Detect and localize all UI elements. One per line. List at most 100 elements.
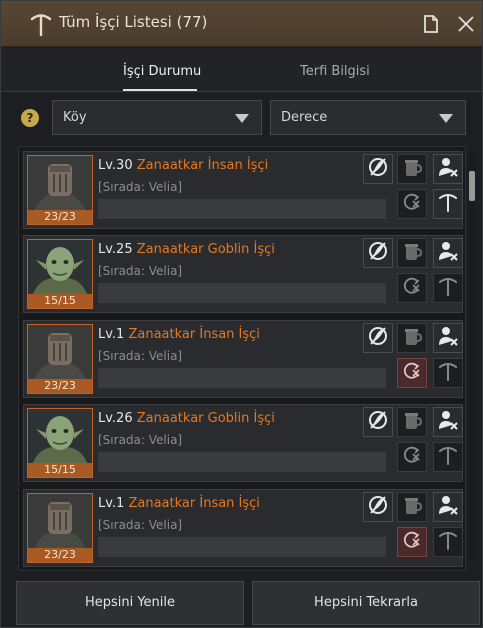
fire-worker-icon xyxy=(437,156,459,182)
worker-portrait[interactable]: 15/15 xyxy=(27,239,93,309)
worker-name: Zanaatkar İnsan İşçi xyxy=(128,496,260,511)
tab-worker-status[interactable]: İşçi Durumu xyxy=(123,64,201,79)
pickaxe-icon xyxy=(437,191,459,217)
beer-jug-icon xyxy=(401,409,423,435)
worker-card[interactable]: 23/23 Lv.30 Zanaatkar İnsan İşçi [Sırada: … xyxy=(23,151,463,229)
no-fire-button[interactable] xyxy=(363,407,393,437)
village-dropdown[interactable]: Köy xyxy=(52,100,262,135)
no-fire-button[interactable] xyxy=(363,154,393,184)
assign-work-button[interactable] xyxy=(433,189,463,219)
dismiss-worker-button[interactable] xyxy=(433,407,463,437)
recover-stamina-button[interactable] xyxy=(397,238,427,268)
assign-work-button[interactable] xyxy=(433,358,463,388)
tab-bar: İşçi Durumu Terfi Bilgisi xyxy=(1,48,482,92)
worker-card[interactable]: 23/23 Lv.1 Zanaatkar İnsan İşçi [Sırada: V… xyxy=(23,320,463,398)
worker-card[interactable]: 15/15 Lv.26 Zanaatkar Goblin İşçi [Sırada:… xyxy=(23,404,463,482)
worker-portrait[interactable]: 23/23 xyxy=(27,493,93,563)
stamina-counter: 23/23 xyxy=(28,210,92,224)
repeat-work-button[interactable] xyxy=(397,527,427,557)
fire-worker-icon xyxy=(437,325,459,351)
recover-stamina-button[interactable] xyxy=(397,154,427,184)
repeat-work-button[interactable] xyxy=(397,189,427,219)
beer-jug-icon xyxy=(401,156,423,182)
worker-progress-bar xyxy=(98,537,386,557)
repeat-work-button[interactable] xyxy=(397,273,427,303)
worker-level: Lv.25 xyxy=(98,242,133,257)
repeat-work-button[interactable] xyxy=(397,442,427,472)
scrollbar[interactable] xyxy=(469,151,475,561)
repeat-cancel-icon xyxy=(401,275,423,301)
worker-progress-bar xyxy=(98,283,386,303)
worker-level: Lv.1 xyxy=(98,496,125,511)
beer-jug-icon xyxy=(401,240,423,266)
dismiss-worker-button[interactable] xyxy=(433,323,463,353)
worker-card[interactable]: 23/23 Lv.1 Zanaatkar İnsan İşçi [Sırada: V… xyxy=(23,489,463,567)
worker-title: Lv.26 Zanaatkar Goblin İşçi xyxy=(98,411,275,426)
worker-portrait[interactable]: 23/23 xyxy=(27,324,93,394)
stamina-counter: 15/15 xyxy=(28,294,92,308)
pickaxe-icon xyxy=(437,529,459,555)
worker-card[interactable]: 15/15 Lv.25 Zanaatkar Goblin İşçi [Sırada:… xyxy=(23,235,463,313)
chevron-down-icon xyxy=(439,114,453,123)
document-icon[interactable] xyxy=(421,14,441,34)
grade-dropdown[interactable]: Derece xyxy=(270,100,466,135)
worker-title: Lv.25 Zanaatkar Goblin İşçi xyxy=(98,242,275,257)
assign-work-button[interactable] xyxy=(433,527,463,557)
stamina-counter: 23/23 xyxy=(28,379,92,393)
repeat-cancel-icon xyxy=(401,191,423,217)
worker-list-window: Tüm İşçi Listesi (77) İşçi Durumu Terfi … xyxy=(0,0,483,628)
recover-stamina-button[interactable] xyxy=(397,492,427,522)
worker-level: Lv.1 xyxy=(98,327,125,342)
no-fire-button[interactable] xyxy=(363,492,393,522)
repeat-all-button[interactable]: Hepsini Tekrarla xyxy=(252,581,480,625)
worker-location: [Sırada: Velia] xyxy=(98,349,183,363)
worker-title: Lv.1 Zanaatkar İnsan İşçi xyxy=(98,327,260,342)
worker-portrait[interactable]: 15/15 xyxy=(27,408,93,478)
village-dropdown-label: Köy xyxy=(63,110,87,125)
worker-location: [Sırada: Velia] xyxy=(98,180,183,194)
repeat-cancel-icon xyxy=(401,444,423,470)
no-fire-button[interactable] xyxy=(363,323,393,353)
worker-name: Zanaatkar Goblin İşçi xyxy=(136,411,275,426)
recover-stamina-button[interactable] xyxy=(397,407,427,437)
worker-portrait[interactable]: 23/23 xyxy=(27,155,93,225)
stamina-counter: 23/23 xyxy=(28,548,92,562)
dismiss-worker-button[interactable] xyxy=(433,492,463,522)
fire-off-icon xyxy=(367,156,389,182)
close-icon[interactable] xyxy=(456,14,476,34)
worker-location: [Sırada: Velia] xyxy=(98,433,183,447)
worker-progress-bar xyxy=(98,368,386,388)
refresh-all-button[interactable]: Hepsini Yenile xyxy=(16,581,244,625)
worker-list: 23/23 Lv.30 Zanaatkar İnsan İşçi [Sırada: … xyxy=(18,146,466,571)
pickaxe-icon xyxy=(437,360,459,386)
worker-location: [Sırada: Velia] xyxy=(98,264,183,278)
fire-worker-icon xyxy=(437,494,459,520)
title-bar[interactable]: Tüm İşçi Listesi (77) xyxy=(1,1,482,47)
beer-jug-icon xyxy=(401,494,423,520)
recover-stamina-button[interactable] xyxy=(397,323,427,353)
tab-divider xyxy=(1,91,482,92)
window-title: Tüm İşçi Listesi (77) xyxy=(59,13,208,31)
repeat-cancel-icon xyxy=(401,529,423,555)
help-icon[interactable]: ? xyxy=(21,109,39,127)
grade-dropdown-label: Derece xyxy=(281,110,328,125)
dismiss-worker-button[interactable] xyxy=(433,238,463,268)
dismiss-worker-button[interactable] xyxy=(433,154,463,184)
worker-name: Zanaatkar Goblin İşçi xyxy=(136,242,275,257)
tab-promotion-info[interactable]: Terfi Bilgisi xyxy=(300,64,370,79)
beer-jug-icon xyxy=(401,325,423,351)
no-fire-button[interactable] xyxy=(363,238,393,268)
fire-off-icon xyxy=(367,240,389,266)
fire-off-icon xyxy=(367,325,389,351)
worker-progress-bar xyxy=(98,452,386,472)
pickaxe-icon xyxy=(437,444,459,470)
repeat-cancel-icon xyxy=(401,360,423,386)
assign-work-button[interactable] xyxy=(433,442,463,472)
repeat-work-button[interactable] xyxy=(397,358,427,388)
scrollbar-thumb[interactable] xyxy=(469,171,475,201)
pickaxe-icon xyxy=(437,275,459,301)
chevron-down-icon xyxy=(235,114,249,123)
assign-work-button[interactable] xyxy=(433,273,463,303)
fire-off-icon xyxy=(367,494,389,520)
worker-title: Lv.1 Zanaatkar İnsan İşçi xyxy=(98,496,260,511)
